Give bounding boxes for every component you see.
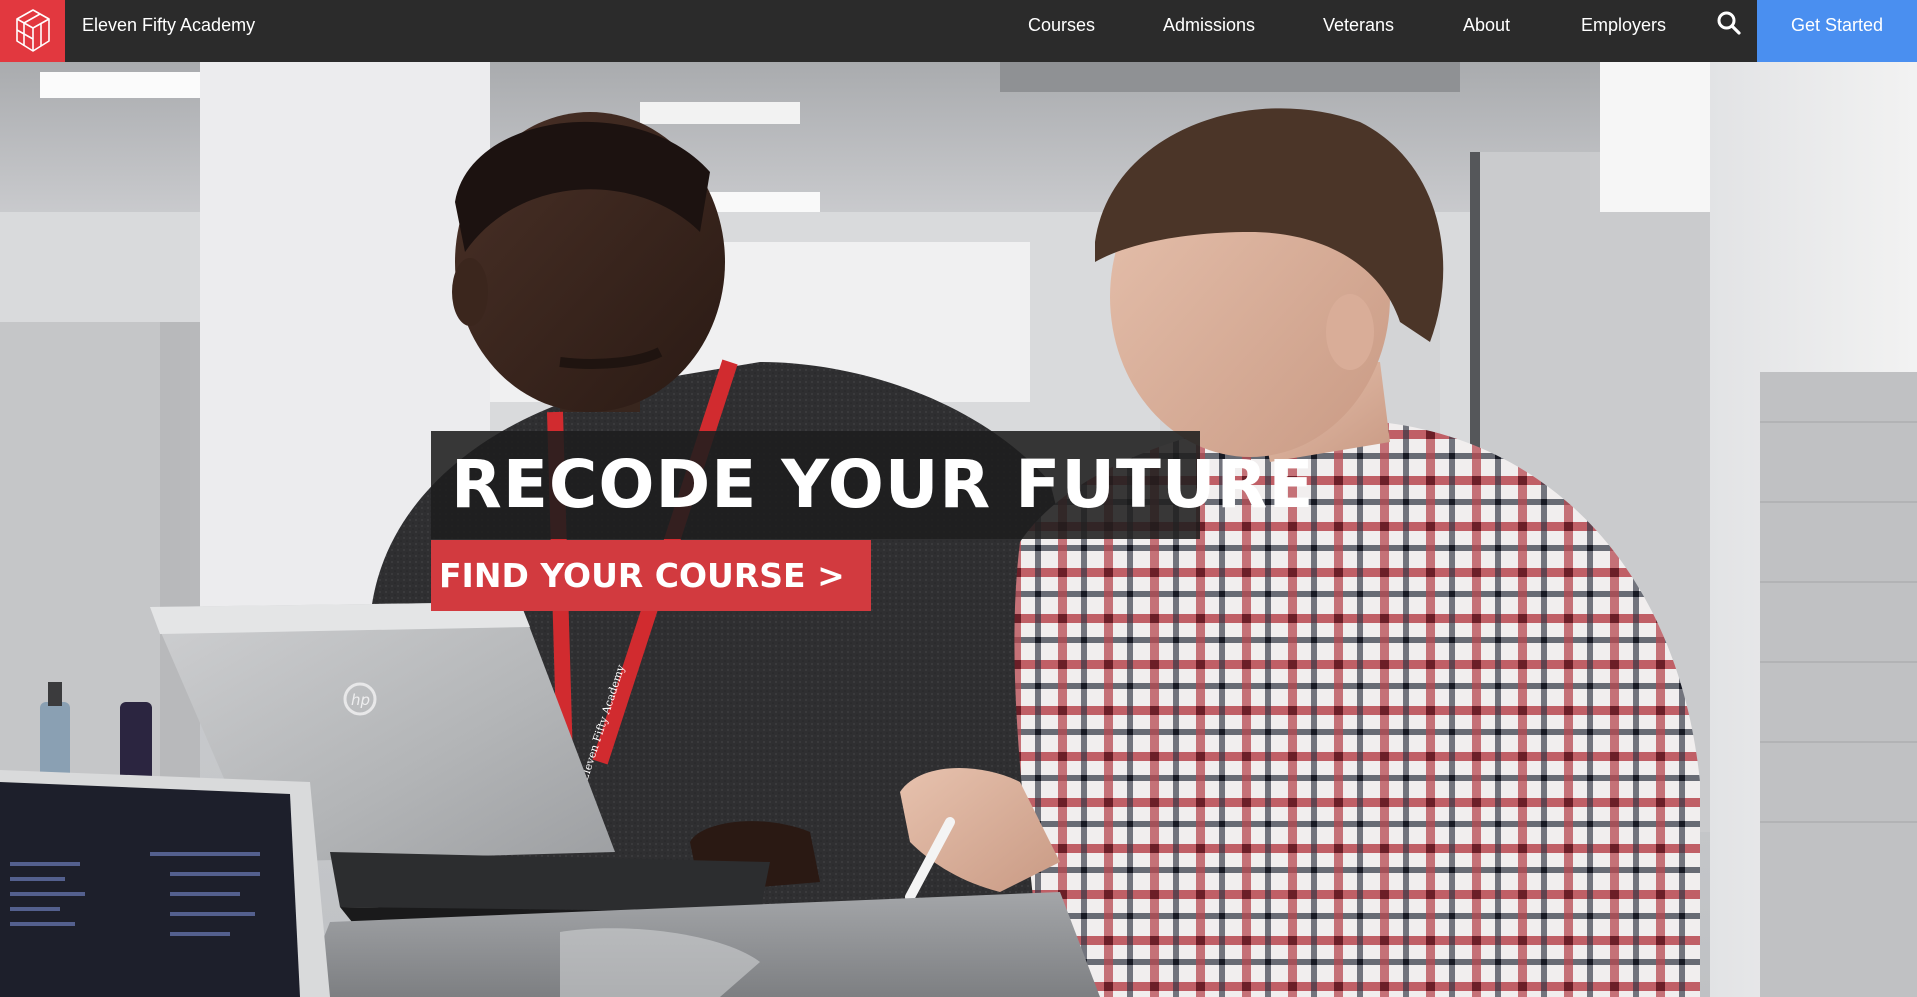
brand-name[interactable]: Eleven Fifty Academy [82, 0, 255, 50]
nav-admissions[interactable]: Admissions [1163, 0, 1255, 50]
cube-logo-icon [15, 9, 50, 52]
search-icon [1717, 11, 1741, 35]
hero-headline: RECODE YOUR FUTURE [431, 431, 1313, 539]
academy-logo[interactable] [0, 0, 65, 62]
nav-about[interactable]: About [1463, 0, 1510, 50]
nav-employers[interactable]: Employers [1581, 0, 1666, 50]
top-navbar: Eleven Fifty Academy Courses Admissions … [0, 0, 1917, 62]
nav-veterans[interactable]: Veterans [1323, 0, 1394, 50]
laptop-logo-text: hp [351, 691, 370, 709]
find-course-button[interactable]: FIND YOUR COURSE > [431, 540, 871, 611]
nav-courses[interactable]: Courses [1028, 0, 1095, 50]
get-started-button[interactable]: Get Started [1757, 0, 1917, 62]
search-button[interactable] [1716, 10, 1742, 36]
hero-section: Eleven Fifty Academy hp RECODE YOUR FUTU… [0, 62, 1917, 997]
